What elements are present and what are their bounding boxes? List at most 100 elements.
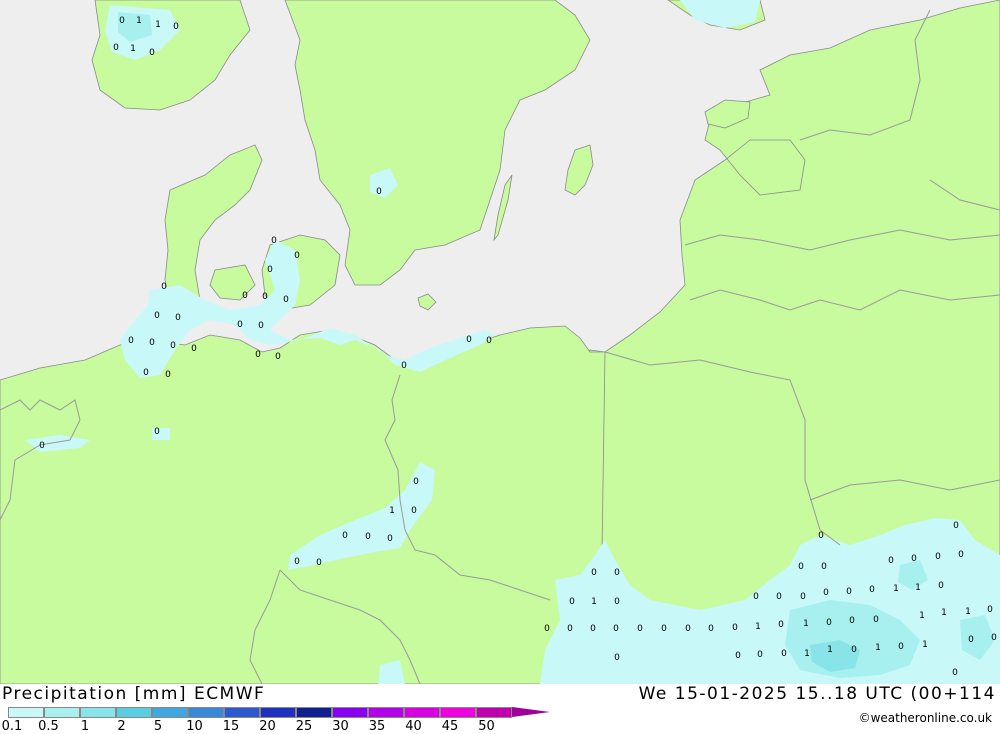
legend-label: 1 xyxy=(80,719,90,734)
precip-value-label: 0 xyxy=(911,554,917,564)
precip-value-label: 0 xyxy=(952,668,958,678)
precip-value-label: 0 xyxy=(991,633,997,643)
precip-value-label: 0 xyxy=(953,521,959,531)
legend-label: 40 xyxy=(405,719,422,734)
precip-value-label: 0 xyxy=(637,624,643,634)
precip-value-label: 0 xyxy=(283,295,289,305)
precip-value-label: 0 xyxy=(466,335,472,345)
precip-value-label: 1 xyxy=(915,583,921,593)
precip-value-label: 1 xyxy=(941,608,947,618)
legend-swatch xyxy=(368,707,404,718)
precip-value-label: 0 xyxy=(165,370,171,380)
legend-label: 0.5 xyxy=(38,719,59,734)
precip-value-label: 0 xyxy=(544,624,550,634)
precip-value-label: 1 xyxy=(389,506,395,516)
legend-label: 30 xyxy=(332,719,349,734)
precip-value-label: 0 xyxy=(798,562,804,572)
precip-value-label: 1 xyxy=(893,584,899,594)
precip-value-label: 0 xyxy=(958,550,964,560)
precip-value-label: 0 xyxy=(888,556,894,566)
precip-value-label: 0 xyxy=(413,477,419,487)
legend-label: 10 xyxy=(186,719,203,734)
legend-swatch xyxy=(404,707,440,718)
precip-value-label: 0 xyxy=(776,592,782,602)
land-mainland xyxy=(0,325,606,684)
legend-swatch xyxy=(476,707,512,718)
precip-value-label: 0 xyxy=(569,597,575,607)
precip-value-label: 1 xyxy=(965,607,971,617)
precip-value-label: 0 xyxy=(294,251,300,261)
credit-text: ©weatheronline.co.uk xyxy=(858,711,992,725)
precip-value-label: 0 xyxy=(316,558,322,568)
precip-value-label: 0 xyxy=(823,588,829,598)
product-title: Precipitation [mm] ECMWF xyxy=(2,684,266,704)
precip-value-label: 0 xyxy=(826,618,832,628)
legend-swatch xyxy=(224,707,260,718)
precip-value-label: 0 xyxy=(39,441,45,451)
precip-value-label: 0 xyxy=(732,623,738,633)
precip-value-label: 0 xyxy=(753,592,759,602)
precip-value-label: 0 xyxy=(262,292,268,302)
legend-label: 0.1 xyxy=(1,719,23,734)
legend-label: 45 xyxy=(441,719,459,734)
precip-value-label: 1 xyxy=(804,649,810,659)
precip-value-label: 1 xyxy=(130,44,136,54)
legend-label: 5 xyxy=(153,719,163,734)
legend-swatch xyxy=(188,707,224,718)
precip-value-label: 0 xyxy=(113,43,119,53)
legend-label: 25 xyxy=(295,719,313,734)
precip-value-label: 0 xyxy=(873,615,879,625)
precip-value-label: 1 xyxy=(875,643,881,653)
precip-value-label: 0 xyxy=(781,649,787,659)
precip-value-label: 0 xyxy=(614,568,620,578)
precip-value-label: 0 xyxy=(170,341,176,351)
legend-label: 20 xyxy=(259,719,276,734)
legend-labels: 0.1 0.5 1 2 5 10 15 20 25 30 35 40 45 50 xyxy=(0,719,520,734)
precip-value-label: 0 xyxy=(591,568,597,578)
precip-value-label: 0 xyxy=(661,624,667,634)
legend-swatch xyxy=(80,707,116,718)
legend-color-bar xyxy=(8,707,550,718)
legend-arrow xyxy=(512,707,550,717)
precip-value-label: 0 xyxy=(376,187,382,197)
legend-swatch xyxy=(8,707,44,718)
precip-value-label: 0 xyxy=(255,350,261,360)
precipitation-map: 0 1 1 0 0 1 0 0 0 0 0 0 0 0 0 0 0 0 0 0 0 0 0 0 0 0 0 0 0 0 0 0 0 1 0 0 0 0 0 0… xyxy=(0,0,1000,684)
precip-value-label: 1 xyxy=(155,20,161,30)
precip-value-label: 0 xyxy=(849,616,855,626)
precip-value-label: 1 xyxy=(136,16,142,26)
legend-swatch xyxy=(440,707,476,718)
precip-value-label: 0 xyxy=(175,313,181,323)
precip-value-label: 0 xyxy=(237,320,243,330)
legend-swatch xyxy=(260,707,296,718)
precip-value-label: 0 xyxy=(614,653,620,663)
legend-swatch xyxy=(152,707,188,718)
legend-label: 2 xyxy=(117,719,126,734)
precip-value-label: 1 xyxy=(827,645,833,655)
precip-value-label: 0 xyxy=(869,585,875,595)
legend-swatch xyxy=(332,707,368,718)
precip-value-label: 0 xyxy=(735,651,741,661)
precip-value-label: 0 xyxy=(757,650,763,660)
precip-value-label: 0 xyxy=(161,282,167,292)
precip-value-label: 0 xyxy=(154,427,160,437)
precip-value-label: 0 xyxy=(614,597,620,607)
precip-value-label: 0 xyxy=(938,581,944,591)
legend-swatch xyxy=(116,707,152,718)
precip-value-label: 1 xyxy=(591,597,597,607)
legend-label: 50 xyxy=(478,719,495,734)
precip-value-label: 0 xyxy=(778,620,784,630)
legend-swatch xyxy=(296,707,332,718)
map-canvas: 0 1 1 0 0 1 0 0 0 0 0 0 0 0 0 0 0 0 0 0 0 0 0 0 0 0 0 0 0 0 0 0 0 1 0 0 0 0 0 0… xyxy=(0,0,1000,684)
precip-value-label: 0 xyxy=(935,552,941,562)
precip-value-label: 1 xyxy=(919,611,925,621)
footer: Precipitation [mm] ECMWF We 15-01-2025 1… xyxy=(0,684,1000,734)
precip-value-label: 0 xyxy=(567,624,573,634)
precip-value-label: 0 xyxy=(271,236,277,246)
precip-value-label: 1 xyxy=(755,622,761,632)
precip-value-label: 0 xyxy=(267,265,273,275)
precip-value-label: 0 xyxy=(486,336,492,346)
precip-value-label: 0 xyxy=(851,645,857,655)
precip-value-label: 0 xyxy=(401,361,407,371)
precip-value-label: 0 xyxy=(173,22,179,32)
